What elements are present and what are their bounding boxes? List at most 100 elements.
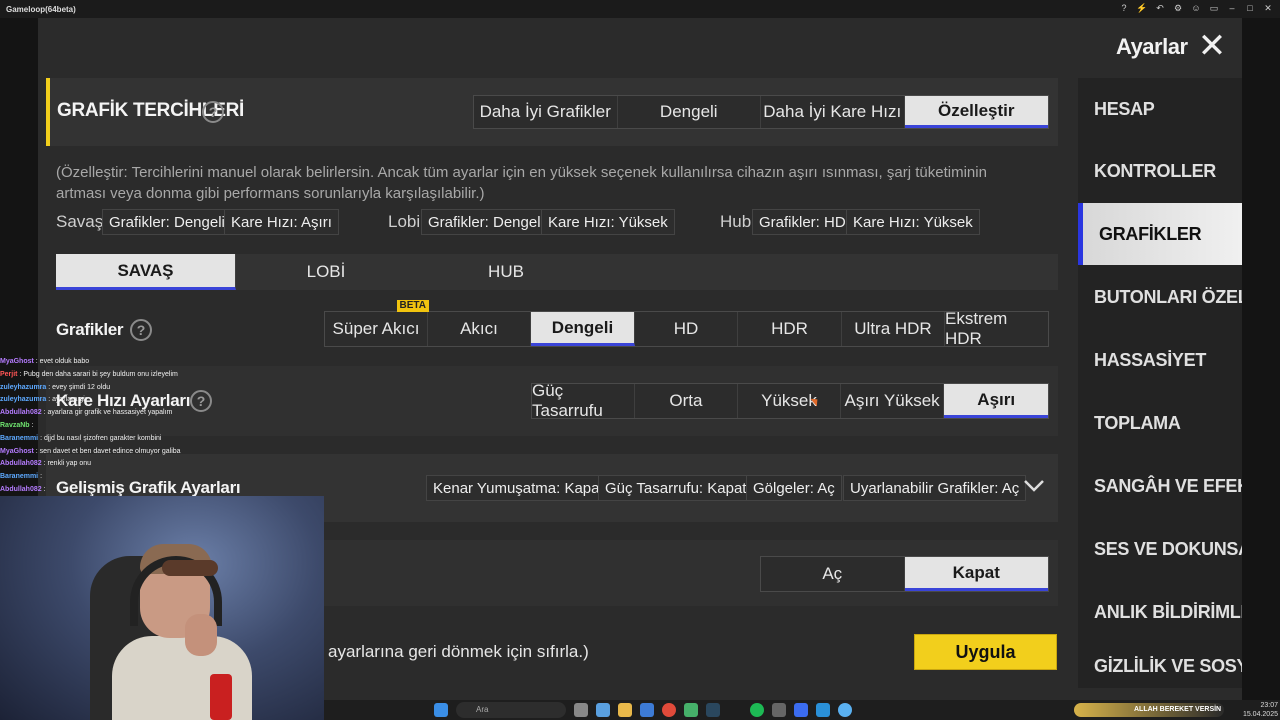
toggle-selector: Aç Kapat: [760, 556, 1049, 592]
sidebar-item-effects[interactable]: SANGÂH VE EFEKTLER: [1078, 455, 1242, 517]
chrome-icon[interactable]: [662, 703, 676, 717]
preference-option-better-fps[interactable]: Daha İyi Kare Hızı: [761, 96, 905, 128]
advanced-tag-power-saving: Güç Tasarrufu: Kapat: [598, 475, 754, 501]
windows-start-icon[interactable]: [434, 703, 448, 717]
preference-option-better-graphics[interactable]: Daha İyi Grafikler: [474, 96, 618, 128]
chat-username: zuleyhazumra: [0, 383, 47, 391]
sidebar-item-account[interactable]: HESAP: [1078, 78, 1242, 140]
app-icon-1[interactable]: [574, 703, 588, 717]
sidebar-item-privacy-social[interactable]: GİZLİLİK VE SOSYAL: [1078, 644, 1242, 688]
minimize-icon[interactable]: –: [1226, 2, 1238, 14]
steam-icon[interactable]: [706, 703, 720, 717]
fps-option-very-high[interactable]: Aşırı Yüksek: [841, 384, 945, 418]
back-icon[interactable]: ↶: [1154, 2, 1166, 14]
chat-username: Baranemmi: [0, 434, 39, 442]
app-icon-5[interactable]: [816, 703, 830, 717]
sidebar-item-sensitivity[interactable]: HASSASİYET: [1078, 329, 1242, 391]
user-icon[interactable]: ☺: [1190, 2, 1202, 14]
spotify-icon[interactable]: [750, 703, 764, 717]
restore-icon[interactable]: ▭: [1208, 2, 1220, 14]
sidebar-item-customize-buttons[interactable]: BUTONLARI ÖZELLEŞ: [1078, 266, 1242, 328]
chat-message: Baranemmi :: [0, 471, 214, 484]
apply-button[interactable]: Uygula: [914, 634, 1057, 670]
beta-badge: BETA: [396, 300, 429, 312]
graphics-option-super-smooth[interactable]: Süper Akıcı BETA: [325, 300, 429, 346]
chat-text: :: [41, 485, 46, 493]
tab-hub[interactable]: HUB: [416, 254, 596, 290]
news-widget[interactable]: ALLAH BEREKET VERSİN: [1074, 703, 1224, 717]
chat-message: RavzaNb :: [0, 420, 214, 433]
fps-option-high[interactable]: Yüksek: [738, 384, 841, 418]
chat-message: MyaGhost : sen davet et ben davet edince…: [0, 446, 214, 459]
preference-help-icon[interactable]: ?: [202, 101, 224, 123]
app-icon-6[interactable]: [838, 703, 852, 717]
graphics-option-ultra-hdr[interactable]: Ultra HDR: [842, 312, 945, 346]
preference-option-balanced[interactable]: Dengeli: [618, 96, 761, 128]
summary-hub-graphics: Grafikler: HD: [752, 209, 853, 235]
graphics-option-extreme-hdr[interactable]: Ekstrem HDR: [945, 309, 1048, 348]
fps-option-power-saving[interactable]: Güç Tasarrufu: [532, 381, 635, 420]
app-icon-4[interactable]: [772, 703, 786, 717]
fps-option-medium[interactable]: Orta: [635, 384, 739, 418]
graphics-option-hd[interactable]: HD: [635, 312, 738, 346]
gameloop-icon[interactable]: [794, 703, 808, 717]
chat-username: zuleyhazumra: [0, 396, 47, 404]
chat-message: Abdullah082 :: [0, 484, 214, 497]
preference-selector: Daha İyi Grafikler Dengeli Daha İyi Kare…: [473, 95, 1049, 129]
close-window-icon[interactable]: ✕: [1262, 2, 1274, 14]
graphics-option-balanced[interactable]: Dengeli: [531, 312, 635, 346]
store-icon[interactable]: [640, 703, 654, 717]
chat-username: MyaGhost: [0, 358, 34, 365]
chat-text: : renkli yap onu: [41, 460, 92, 468]
sidebar-item-notifications[interactable]: ANLIK BİLDİRİMLER: [1078, 581, 1242, 643]
sidebar-item-controls[interactable]: KONTROLLER: [1078, 140, 1242, 202]
chat-message: MyaGhost : evet olduk babo: [0, 356, 214, 369]
stream-chat-overlay: MyaGhost : evet olduk babo Perjit : Pubg …: [0, 356, 214, 497]
sidebar-item-sound-haptics[interactable]: SES VE DOKUNSAL: [1078, 518, 1242, 580]
streamer-hand: [185, 614, 217, 656]
toggle-option-off[interactable]: Kapat: [904, 557, 1048, 591]
settings-sidebar: HESAP KONTROLLER GRAFİKLER BUTONLARI ÖZE…: [1078, 78, 1242, 688]
preference-option-custom[interactable]: Özelleştir: [904, 96, 1048, 128]
graphics-option-smooth[interactable]: Akıcı: [428, 312, 531, 346]
graphics-option-hdr[interactable]: HDR: [738, 312, 842, 346]
reset-hint-text: ayarlarına geri dönmek için sıfırla.): [328, 642, 589, 661]
chat-message: zuleyhazumra : ayarlara gir: [0, 394, 214, 407]
toggle-option-on[interactable]: Aç: [761, 557, 905, 591]
webcam-overlay: [0, 496, 324, 720]
summary-battle-label: Savaş: [56, 212, 104, 231]
help-icon[interactable]: ?: [1118, 2, 1130, 14]
graphics-selector: Süper Akıcı BETA Akıcı Dengeli HD HDR Ul…: [324, 300, 1049, 348]
summary-battle-graphics: Grafikler: Dengeli: [102, 209, 232, 235]
window-controls: ? ⚡ ↶ ⚙ ☺ ▭ – □ ✕: [1118, 2, 1274, 14]
maximize-icon[interactable]: □: [1244, 2, 1256, 14]
settings-icon[interactable]: ⚙: [1172, 2, 1184, 14]
close-icon[interactable]: ✕: [1196, 29, 1228, 64]
chat-message: Abdullah082 : ayarlara gir grafik ve has…: [0, 407, 214, 420]
sidebar-item-pickup[interactable]: TOPLAMA: [1078, 392, 1242, 454]
chat-message: zuleyhazumra : evey şimdi 12 oldu: [0, 382, 214, 395]
taskbar-search[interactable]: Ara: [456, 702, 566, 718]
app-icon-2[interactable]: [596, 703, 610, 717]
boost-icon[interactable]: ⚡: [1136, 2, 1148, 14]
tab-lobby[interactable]: LOBİ: [236, 254, 416, 290]
chevron-down-icon[interactable]: [1022, 476, 1046, 500]
app-icon-3[interactable]: [684, 703, 698, 717]
summary-lobby-graphics: Grafikler: Dengeli: [421, 209, 551, 235]
microphone: [210, 674, 232, 720]
chat-text: : evey şimdi 12 oldu: [46, 383, 111, 391]
graphics-help-icon[interactable]: ?: [130, 319, 152, 341]
sidebar-item-graphics[interactable]: GRAFİKLER: [1078, 203, 1242, 265]
folder-icon[interactable]: [618, 703, 632, 717]
graphics-title: Grafikler: [56, 320, 124, 339]
tab-battle[interactable]: SAVAŞ: [56, 254, 236, 290]
preference-description: (Özelleştir: Tercihlerini manuel olarak …: [56, 164, 987, 202]
chat-text: :: [38, 473, 43, 481]
chat-username: RavzaNb: [0, 421, 30, 429]
fps-selector: Güç Tasarrufu Orta Yüksek Aşırı Yüksek A…: [531, 381, 1049, 420]
graphics-option-label: Süper Akıcı: [332, 319, 420, 338]
chat-text: : sen davet et ben davet edince olmuyor …: [33, 447, 181, 455]
fps-option-extreme[interactable]: Aşırı: [944, 384, 1048, 418]
chat-text: : ayarlara gir: [46, 396, 88, 404]
summary-hub-fps: Kare Hızı: Yüksek: [846, 209, 980, 235]
